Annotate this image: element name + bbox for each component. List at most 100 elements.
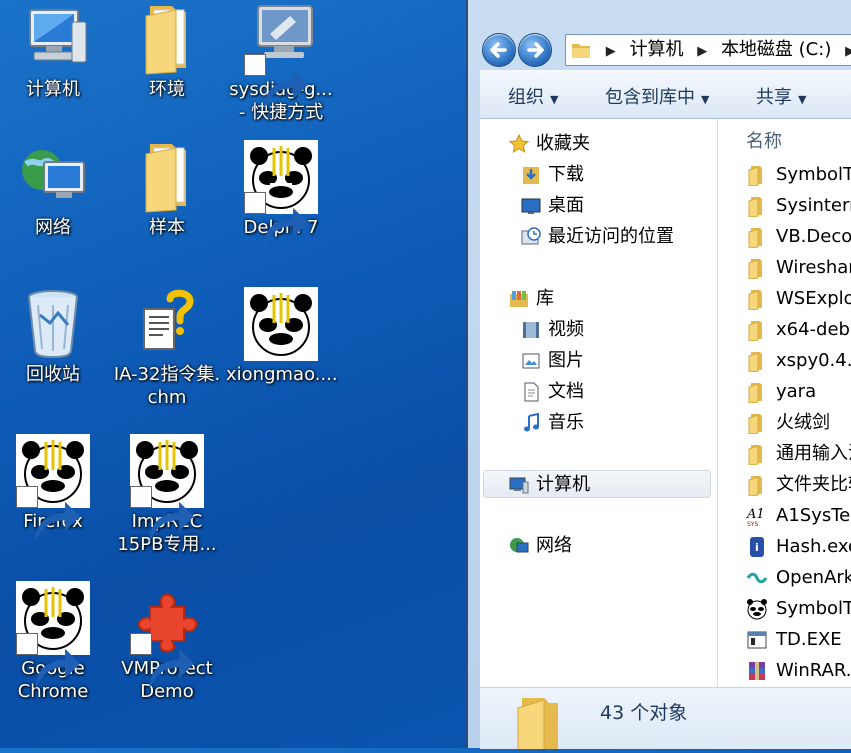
desktop-icon-label: 网络 [35,217,71,238]
file-name: xspy0.4.4 [776,350,851,371]
file-name: Sysinterna [776,195,851,216]
breadcrumb-local-disk[interactable]: 本地磁盘 (C:) [721,35,831,65]
desktop-icon-chrome[interactable]: Google Chrome [0,581,108,703]
desktop-icon [520,195,542,217]
desktop-icon-xiongmao[interactable]: xiongmao.... [226,287,338,386]
file-row[interactable]: VB.Decom [746,221,851,252]
back-button[interactable] [482,33,516,67]
desktop-icon-vmprotect[interactable]: VMProtect Demo [112,581,222,703]
libraries-icon [508,288,530,310]
computer-icon [16,2,90,76]
star-icon [508,133,530,155]
file-row[interactable]: Wireshar [746,252,851,283]
nav-item-desktop[interactable]: 桌面 [520,192,584,220]
file-row[interactable]: TD.EXE [746,624,842,655]
desktop-icon-computer[interactable]: 计算机 [0,2,108,101]
document-library-icon [520,381,542,403]
desktop-icon-samples-folder[interactable]: 样本 [112,140,222,239]
breadcrumb-computer[interactable]: 计算机 [629,35,683,65]
folder-icon [746,164,768,187]
nav-item-network[interactable]: 网络 [508,532,572,560]
shortcut-arrow-icon [130,633,194,690]
share-button[interactable]: 共享 ▼ [756,83,806,109]
nav-label: 桌面 [548,195,584,216]
sysdiag-tool-icon [244,2,318,111]
breadcrumb-separator-icon[interactable]: ▶ [606,37,616,65]
nav-item-downloads[interactable]: 下载 [520,161,584,189]
puzzle-piece-icon [130,581,204,690]
panda-icon [244,140,318,249]
nav-label: 音乐 [548,412,584,433]
forward-button[interactable] [518,33,552,67]
include-in-library-button[interactable]: 包含到库中 ▼ [605,83,709,109]
dropdown-arrow-icon: ▼ [798,93,807,106]
file-name: x64-debu [776,319,851,340]
nav-label: 下载 [548,164,584,185]
address-bar[interactable]: ▶ 计算机 ▶ 本地磁盘 (C:) ▶ T [565,34,851,66]
file-name: Wireshar [776,257,851,278]
file-name: 火绒剑 [776,412,830,433]
file-row[interactable]: OpenArk [746,562,851,593]
computer-icon [508,474,530,496]
panda-icon [130,434,204,543]
svg-text:A1: A1 [746,507,765,522]
breadcrumb-separator-icon[interactable]: ▶ [845,37,851,65]
nav-item-recent-places[interactable]: 最近访问的位置 [520,223,674,251]
desktop-icon-firefox[interactable]: Firefox [0,434,108,543]
desktop-icon-imprec[interactable]: ImpREC 15PB专用... [112,434,222,556]
file-row[interactable]: 文件夹比较 [746,469,851,500]
hash-app-icon: i [746,536,768,558]
file-name: TD.EXE [776,629,842,650]
desktop-icon-ia32-chm[interactable]: IA-32指令集. chm [112,287,222,409]
desktop-icon-sysdiag[interactable]: sysdiag-g... - 快捷方式 [226,2,336,124]
desktop-icon-delphi[interactable]: Delphi 7 [226,140,336,249]
folder-icon [746,381,768,404]
nav-item-documents[interactable]: 文档 [520,378,584,406]
file-row[interactable]: yara [746,376,816,407]
file-name: Hash.exe [776,536,851,557]
name-column-header[interactable]: 名称 [746,127,782,153]
organize-button[interactable]: 组织 ▼ [508,83,558,109]
file-row[interactable]: i Hash.exe [746,531,851,562]
desktop-icon-label: 回收站 [26,364,80,385]
file-row[interactable]: 火绒剑 [746,407,830,438]
shortcut-arrow-icon [130,486,194,543]
desktop-icon-label: 环境 [149,79,185,100]
nav-item-music[interactable]: 音乐 [520,409,584,437]
nav-label: 文档 [548,381,584,402]
folder-icon [746,195,768,218]
file-row[interactable]: SymbolTy [746,159,851,190]
share-label: 共享 [756,87,792,108]
nav-item-favorites[interactable]: 收藏夹 [508,130,590,158]
desktop-icon-recycle-bin[interactable]: 回收站 [0,287,108,386]
navigation-bar: ▶ 计算机 ▶ 本地磁盘 (C:) ▶ T [468,0,851,70]
file-row[interactable]: xspy0.4.4 [746,345,851,376]
file-row[interactable]: A1SYS A1SysTes [746,500,851,531]
nav-item-libraries[interactable]: 库 [508,285,554,313]
desktop-icon-env-folder[interactable]: 环境 [112,2,222,101]
recent-places-icon [520,226,542,248]
winrar-icon [746,660,768,682]
video-library-icon [520,319,542,341]
file-row[interactable]: Sysinterna [746,190,851,221]
breadcrumb-separator-icon[interactable]: ▶ [697,37,707,65]
file-row[interactable]: x64-debu [746,314,851,345]
file-row[interactable]: WinRAR. [746,655,851,686]
shortcut-arrow-icon [16,486,80,543]
openark-app-icon [746,567,768,589]
nav-item-computer[interactable]: 计算机 [483,470,711,498]
file-row[interactable]: 通用输入法 [746,438,851,469]
navigation-pane: 收藏夹 下载 桌面 最近访问的位置 库 视频 图片 文档 音乐 计算机 网络 [480,119,718,687]
picture-library-icon [520,350,542,372]
desktop-icon-label: 样本 [149,217,185,238]
file-name: yara [776,381,817,402]
a1systest-app-icon: A1 SYS [746,505,768,528]
nav-item-videos[interactable]: 视频 [520,316,584,344]
nav-item-pictures[interactable]: 图片 [520,347,584,375]
svg-text:SYS: SYS [747,521,758,527]
file-name: SymbolTy [776,164,851,185]
file-row[interactable]: SymbolTy [746,593,851,624]
file-row[interactable]: WSExplor [746,283,851,314]
folder-icon [510,694,570,753]
desktop-icon-network[interactable]: 网络 [0,140,108,239]
